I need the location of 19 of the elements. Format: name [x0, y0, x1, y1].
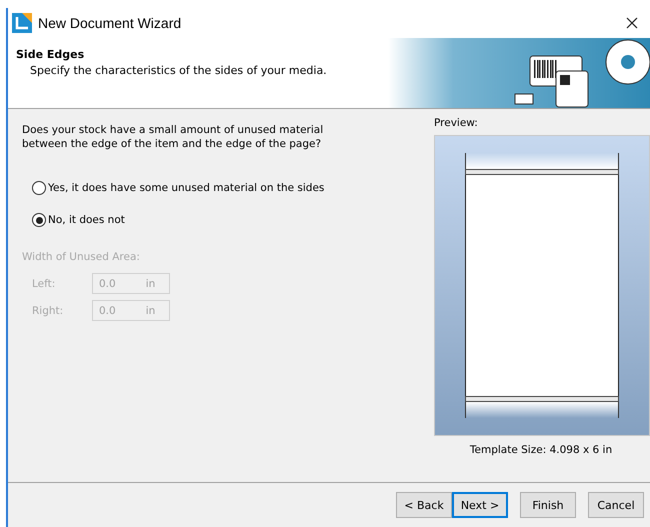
wizard-button[interactable]: Cancel: [588, 492, 644, 518]
field-label: Left:: [32, 278, 56, 290]
app-logo-icon: [12, 13, 32, 33]
field-label: Right:: [32, 304, 64, 316]
step-title: Side Edges: [16, 48, 86, 61]
wizard-button[interactable]: Next >: [452, 492, 508, 518]
group-label: Width of Unused Area:: [22, 251, 141, 263]
radio-label[interactable]: No, it does not: [48, 214, 125, 226]
radio-label[interactable]: Yes, it does have some unused material on the sides: [48, 182, 324, 194]
radio-button[interactable]: [32, 181, 46, 195]
wizard-button[interactable]: < Back: [396, 492, 452, 518]
close-icon: [626, 17, 638, 29]
wizard-button[interactable]: Finish: [520, 492, 576, 518]
preview-label: Preview:: [434, 117, 479, 129]
template-size-text: Template Size: 4.098 x 6 in: [468, 444, 614, 456]
radio-button[interactable]: [32, 213, 46, 227]
step-subtitle: Specify the characteristics of the sides of your media.: [29, 64, 328, 77]
window-title: New Document Wizard: [38, 15, 182, 31]
question-text: Does your stock have a small amount of unused material between the edge of the item and the edge of the page?: [22, 123, 324, 151]
